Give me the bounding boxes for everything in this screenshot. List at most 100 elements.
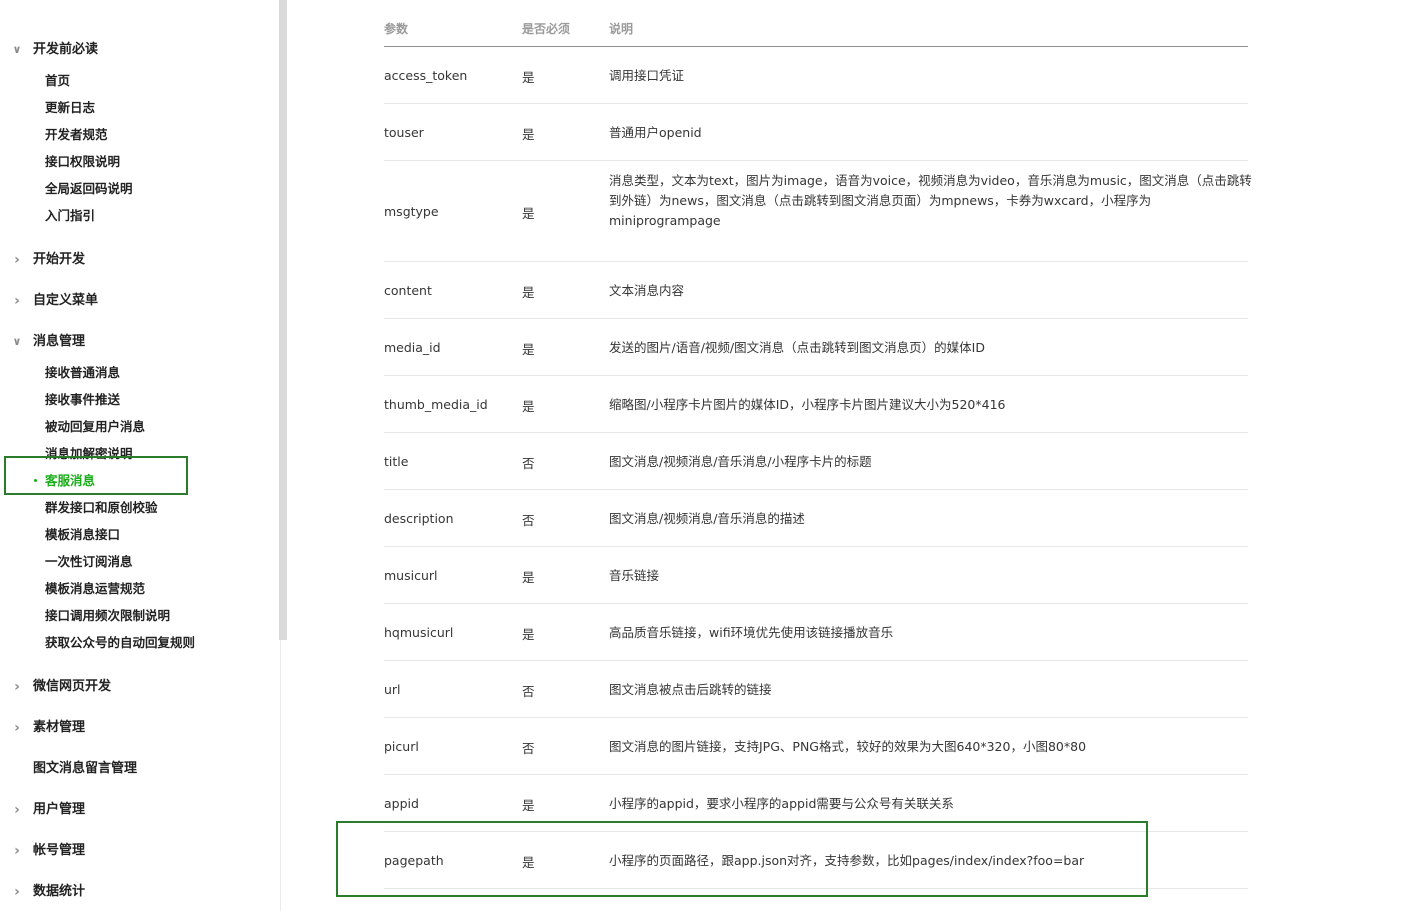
param-required: 否 [522, 684, 535, 699]
table-row: description 否 图文消息/视频消息/音乐消息的描述 [384, 490, 1248, 547]
sidebar-group-title[interactable]: › 开始开发 [0, 250, 278, 270]
param-description: 图文消息/视频消息/音乐消息的描述 [609, 509, 1249, 529]
sidebar-item-label: 一次性订阅消息 [45, 554, 133, 569]
sidebar-group: › 用户管理 [0, 800, 278, 820]
sidebar-item[interactable]: 接收事件推送 [0, 386, 278, 413]
sidebar-item-label: 客服消息 [45, 473, 96, 488]
table-row: picurl 否 图文消息的图片链接，支持JPG、PNG格式，较好的效果为大图640… [384, 718, 1248, 775]
param-description: 图文消息的图片链接，支持JPG、PNG格式，较好的效果为大图640*320，小图… [609, 737, 1249, 757]
sidebar-group-label: 消息管理 [33, 334, 86, 349]
chevron-down-icon: ∨ [12, 43, 22, 56]
sidebar-item[interactable]: 更新日志 [0, 94, 278, 121]
param-name: content [384, 283, 432, 298]
param-description: 音乐链接 [609, 566, 1249, 586]
chevron-right-icon: › [14, 293, 20, 309]
sidebar-item[interactable]: 消息加解密说明 [0, 440, 278, 467]
sidebar-item[interactable]: 获取公众号的自动回复规则 [0, 629, 278, 656]
param-description: 普通用户openid [609, 123, 1249, 143]
param-description: 小程序的appid，要求小程序的appid需要与公众号有关联关系 [609, 794, 1249, 814]
header-param: 参数 [384, 22, 409, 36]
sidebar-item-label: 全局返回码说明 [45, 181, 133, 196]
param-required: 是 [522, 855, 535, 870]
param-description-line: 缩略图/小程序卡片图片的媒体ID，小程序卡片图片建议大小为520*416 [609, 397, 1006, 412]
sidebar-group: › 微信网页开发 [0, 677, 278, 697]
sidebar-item[interactable]: 开发者规范 [0, 121, 278, 148]
param-name: msgtype [384, 204, 439, 219]
sidebar-item[interactable]: 全局返回码说明 [0, 175, 278, 202]
sidebar-group-title[interactable]: › 用户管理 [0, 800, 278, 820]
param-required: 是 [522, 627, 535, 642]
param-description: 高品质音乐链接，wifi环境优先使用该链接播放音乐 [609, 623, 1249, 643]
header-required: 是否必须 [522, 22, 571, 36]
param-description-line: 普通用户openid [609, 125, 702, 140]
table-row: touser 是 普通用户openid [384, 104, 1248, 161]
sidebar-item[interactable]: 接口调用频次限制说明 [0, 602, 278, 629]
sidebar-group-title[interactable]: ∨ 消息管理 [0, 332, 278, 352]
sidebar-group-title[interactable]: › 素材管理 [0, 718, 278, 738]
sidebar-scrollbar[interactable] [279, 0, 287, 640]
param-description-line: 消息类型，文本为text，图片为image，语音为voice，视频消息为vide… [609, 173, 1252, 188]
table-row: pagepath 是 小程序的页面路径，跟app.json对齐，支持参数，比如pag… [384, 832, 1248, 889]
sidebar-group-title[interactable]: 图文消息留言管理 [0, 759, 278, 779]
table-row: title 否 图文消息/视频消息/音乐消息/小程序卡片的标题 [384, 433, 1248, 490]
sidebar-item[interactable]: 首页 [0, 67, 278, 94]
table-row: content 是 文本消息内容 [384, 262, 1248, 319]
sidebar-group: › 素材管理 [0, 718, 278, 738]
param-description: 文本消息内容 [609, 281, 1249, 301]
sidebar-group-label: 素材管理 [33, 720, 86, 735]
sidebar-item[interactable]: 模板消息运营规范 [0, 575, 278, 602]
param-required: 否 [522, 456, 535, 471]
sidebar-group: ∨ 开发前必读首页 更新日志 开发者规范接口权限说明 全局返回码说明入门指引 [0, 40, 278, 229]
param-description-line: 文本消息内容 [609, 283, 685, 298]
table-row: media_id 是 发送的图片/语音/视频/图文消息（点击跳转到图文消息页）的媒体… [384, 319, 1248, 376]
param-description-line: 小程序的页面路径，跟app.json对齐，支持参数，比如pages/index/… [609, 853, 1085, 868]
sidebar-item[interactable]: 一次性订阅消息 [0, 548, 278, 575]
param-name: appid [384, 796, 419, 811]
chevron-right-icon: › [14, 720, 20, 736]
sidebar-item[interactable]: 入门指引 [0, 202, 278, 229]
param-table: 参数 是否必须 说明 access_token 是调用接口凭证 touser 是普通用… [384, 0, 1252, 889]
sidebar-group-title[interactable]: › 数据统计 [0, 882, 278, 902]
sidebar-group-label: 图文消息留言管理 [33, 761, 138, 776]
sidebar-item[interactable]: 群发接口和原创校验 [0, 494, 278, 521]
sidebar-group-label: 开发前必读 [33, 42, 99, 57]
param-required: 否 [522, 741, 535, 756]
param-name: media_id [384, 340, 441, 355]
table-body: access_token 是调用接口凭证 touser 是普通用户openid msgt… [384, 47, 1252, 889]
sidebar-group: › 数据统计 [0, 882, 278, 902]
sidebar-item-label: 接口权限说明 [45, 154, 121, 169]
sidebar-group-title[interactable]: › 帐号管理 [0, 841, 278, 861]
sidebar-item[interactable]: 被动回复用户消息 [0, 413, 278, 440]
sidebar-item-label: 模板消息接口 [45, 527, 121, 542]
sidebar-sub-list: 接收普通消息接收事件推送被动回复用户消息消息加解密说明 客服消息群发接口和原创校验… [0, 359, 278, 656]
sidebar-group-label: 微信网页开发 [33, 679, 112, 694]
param-description-line: 发送的图片/语音/视频/图文消息（点击跳转到图文消息页）的媒体ID [609, 340, 985, 355]
sidebar-item[interactable]: 接口权限说明 [0, 148, 278, 175]
sidebar-item[interactable]: 模板消息接口 [0, 521, 278, 548]
sidebar-group-title[interactable]: ∨ 开发前必读 [0, 40, 278, 60]
sidebar-group-title[interactable]: › 自定义菜单 [0, 291, 278, 311]
param-required: 是 [522, 342, 535, 357]
param-description-line: 图文消息/视频消息/音乐消息的描述 [609, 511, 805, 526]
param-description-line: miniprogrampage [609, 213, 721, 228]
sidebar-item[interactable]: 客服消息 [0, 467, 278, 494]
param-required: 是 [522, 798, 535, 813]
param-description: 消息类型，文本为text，图片为image，语音为voice，视频消息为vide… [609, 171, 1252, 231]
sidebar-item-label: 接收事件推送 [45, 392, 121, 407]
param-name: touser [384, 125, 424, 140]
param-name: description [384, 511, 454, 526]
table-row: url 否 图文消息被点击后跳转的链接 [384, 661, 1248, 718]
param-description-line: 到外链）为news，图文消息（点击跳转到图文消息页面）为mpnews，卡券为wx… [609, 193, 1152, 208]
sidebar-item-label: 接口调用频次限制说明 [45, 608, 171, 623]
param-description-line: 图文消息的图片链接，支持JPG、PNG格式，较好的效果为大图640*320，小图… [609, 739, 1087, 754]
param-description-line: 音乐链接 [609, 568, 660, 583]
sidebar-item[interactable]: 接收普通消息 [0, 359, 278, 386]
chevron-right-icon: › [14, 802, 20, 818]
param-name: pagepath [384, 853, 444, 868]
sidebar-item-label: 群发接口和原创校验 [45, 500, 158, 515]
param-required: 是 [522, 206, 535, 221]
sidebar-item-label: 消息加解密说明 [45, 446, 133, 461]
sidebar-nav: ∨ 开发前必读首页 更新日志 开发者规范接口权限说明 全局返回码说明入门指引 › 开始开发 ›… [0, 0, 287, 911]
param-name: url [384, 682, 401, 697]
sidebar-group-title[interactable]: › 微信网页开发 [0, 677, 278, 697]
